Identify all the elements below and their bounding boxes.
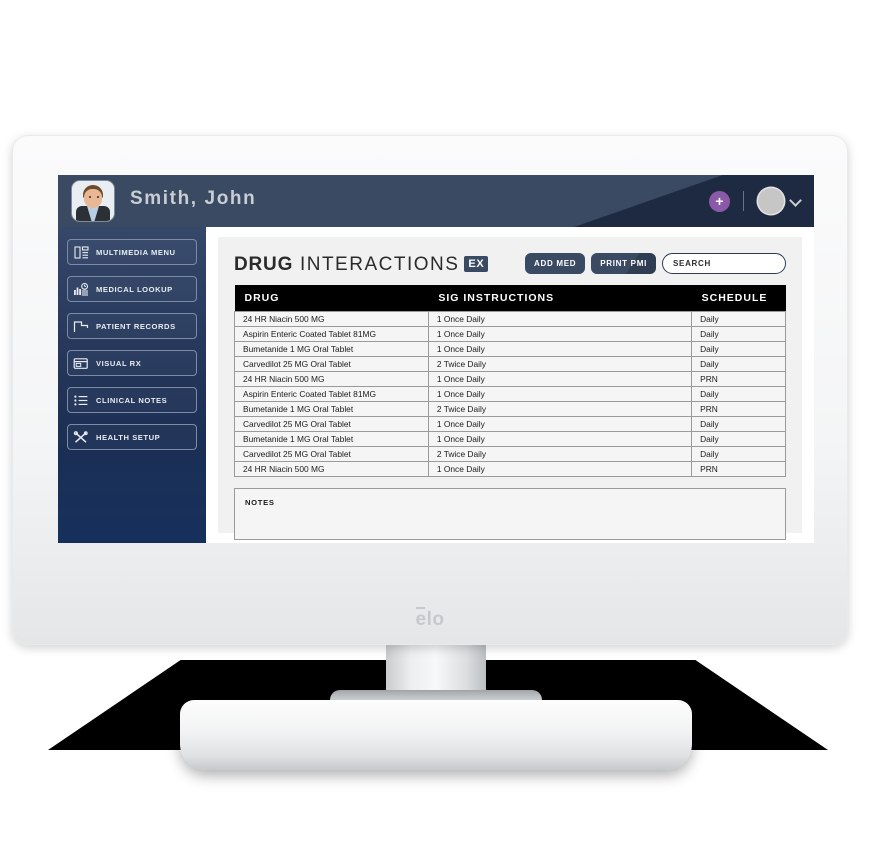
flag-folder-icon — [68, 313, 94, 339]
table-body: 24 HR Niacin 500 MG 1 Once Daily Daily Aspi… — [234, 310, 786, 477]
table-row[interactable]: Carvedilot 25 MG Oral Tablet 2 Twice Dail… — [234, 445, 786, 462]
sidebar-item-label: VISUAL RX — [96, 358, 142, 368]
cell-sig-instructions: 1 Once Daily — [427, 340, 693, 357]
page-title-bold: DRUG — [234, 254, 294, 275]
monitor-scene: Smith, John + MULTIMEDIA MENU MEDICAL LO… — [0, 0, 872, 847]
cell-sig-instructions: 1 Once Daily — [427, 385, 693, 402]
cell-sig-instructions: 2 Twice Daily — [427, 355, 693, 372]
column-header-schedule[interactable]: SCHEDULE — [691, 285, 786, 311]
sidebar-nav: MULTIMEDIA MENU MEDICAL LOOKUP PATIENT R… — [58, 227, 206, 543]
list-icon — [68, 387, 94, 413]
cell-sig-instructions: 2 Twice Daily — [427, 400, 693, 417]
table-row[interactable]: Bumetanide 1 MG Oral Tablet 1 Once Daily D… — [234, 430, 786, 447]
sidebar-item-label: CLINICAL NOTES — [96, 395, 168, 405]
cell-schedule: PRN — [691, 400, 786, 417]
table-row[interactable]: Bumetanide 1 MG Oral Tablet 2 Twice Daily… — [234, 400, 786, 417]
cell-schedule: PRN — [691, 460, 786, 477]
table-row[interactable]: 24 HR Niacin 500 MG 1 Once Daily PRN — [234, 370, 786, 387]
column-header-drug[interactable]: DRUG — [234, 285, 429, 311]
cell-drug: 24 HR Niacin 500 MG — [234, 370, 429, 387]
add-button[interactable]: + — [709, 191, 730, 212]
bar-chart-clock-icon — [68, 276, 94, 302]
app-header-bar: Smith, John + — [58, 175, 814, 227]
cell-schedule: Daily — [691, 445, 786, 462]
multimedia-layout-icon — [68, 239, 94, 265]
cell-schedule: Daily — [691, 340, 786, 357]
monitor-bezel: Smith, John + MULTIMEDIA MENU MEDICAL LO… — [12, 135, 848, 645]
medication-table: DRUG SIG INSTRUCTIONS SCHEDULE 24 HR Nia… — [234, 285, 786, 477]
table-row[interactable]: 24 HR Niacin 500 MG 1 Once Daily Daily — [234, 310, 786, 327]
cell-sig-instructions: 1 Once Daily — [427, 415, 693, 432]
cell-drug: Carvedilot 25 MG Oral Tablet — [234, 415, 429, 432]
title-row: DRUG INTERACTIONS EX ADD MED PRINT PMI — [234, 251, 786, 285]
action-buttons: ADD MED PRINT PMI — [525, 253, 786, 274]
sidebar-item-medical-lookup[interactable]: MEDICAL LOOKUP — [67, 276, 197, 302]
sidebar-item-multimedia-menu[interactable]: MULTIMEDIA MENU — [67, 239, 197, 265]
add-med-button[interactable]: ADD MED — [525, 253, 586, 274]
cell-drug: 24 HR Niacin 500 MG — [234, 460, 429, 477]
table-row[interactable]: 24 HR Niacin 500 MG 1 Once Daily PRN — [234, 460, 786, 477]
cell-sig-instructions: 1 Once Daily — [427, 460, 693, 477]
table-row[interactable]: Carvedilot 25 MG Oral Tablet 2 Twice Dail… — [234, 355, 786, 372]
notes-panel[interactable]: NOTES — [234, 487, 786, 540]
cell-schedule: Daily — [691, 355, 786, 372]
cell-drug: Aspirin Enteric Coated Tablet 81MG — [234, 325, 429, 342]
cell-schedule: Daily — [691, 415, 786, 432]
content-panel: DRUG INTERACTIONS EX ADD MED PRINT PMI S… — [218, 237, 802, 540]
cell-schedule: Daily — [691, 325, 786, 342]
cell-sig-instructions: 1 Once Daily — [427, 325, 693, 342]
cell-sig-instructions: 1 Once Daily — [427, 370, 693, 387]
sidebar-item-patient-records[interactable]: PATIENT RECORDS — [67, 313, 197, 339]
table-row[interactable]: Aspirin Enteric Coated Tablet 81MG 1 Once… — [234, 325, 786, 342]
sidebar-item-clinical-notes[interactable]: CLINICAL NOTES — [67, 387, 197, 413]
cell-drug: Bumetanide 1 MG Oral Tablet — [234, 430, 429, 447]
table-row[interactable]: Aspirin Enteric Coated Tablet 81MG 1 Once… — [234, 385, 786, 402]
sidebar-item-visual-rx[interactable]: VISUAL RX — [67, 350, 197, 376]
cell-drug: Bumetanide 1 MG Oral Tablet — [234, 340, 429, 357]
sidebar-item-label: MEDICAL LOOKUP — [96, 284, 173, 294]
cell-drug: Carvedilot 25 MG Oral Tablet — [234, 445, 429, 462]
main-content: DRUG INTERACTIONS EX ADD MED PRINT PMI S… — [206, 227, 814, 543]
cell-sig-instructions: 2 Twice Daily — [427, 445, 693, 462]
cell-drug: Carvedilot 25 MG Oral Tablet — [234, 355, 429, 372]
column-header-sig-instructions[interactable]: SIG INSTRUCTIONS — [428, 285, 692, 311]
cell-schedule: Daily — [691, 385, 786, 402]
monitor-stand-base — [180, 700, 692, 770]
table-row[interactable]: Bumetanide 1 MG Oral Tablet 1 Once Daily D… — [234, 340, 786, 357]
patient-name: Smith, John — [130, 188, 257, 209]
brand-logo: elo — [415, 607, 445, 630]
cell-schedule: Daily — [691, 310, 786, 327]
search-input[interactable] — [662, 253, 786, 274]
table-row[interactable]: Carvedilot 25 MG Oral Tablet 1 Once Daily… — [234, 415, 786, 432]
print-pmi-button[interactable]: PRINT PMI — [591, 253, 656, 274]
sidebar-item-label: HEALTH SETUP — [96, 432, 161, 442]
cell-schedule: Daily — [691, 430, 786, 447]
header-divider — [743, 191, 744, 211]
tools-icon — [68, 424, 94, 450]
page-title-light: INTERACTIONS — [299, 254, 460, 275]
title-badge: EX — [464, 256, 489, 272]
table-header: DRUG SIG INSTRUCTIONS SCHEDULE — [234, 285, 786, 311]
cell-sig-instructions: 1 Once Daily — [427, 430, 693, 447]
screen: Smith, John + MULTIMEDIA MENU MEDICAL LO… — [58, 175, 814, 543]
sidebar-item-health-setup[interactable]: HEALTH SETUP — [67, 424, 197, 450]
cell-drug: 24 HR Niacin 500 MG — [234, 310, 429, 327]
window-icon — [68, 350, 94, 376]
notes-label: NOTES — [245, 497, 275, 507]
cell-drug: Bumetanide 1 MG Oral Tablet — [234, 400, 429, 417]
page-title: DRUG INTERACTIONS EX — [234, 254, 489, 276]
patient-photo[interactable] — [72, 181, 114, 221]
sidebar-item-label: PATIENT RECORDS — [96, 321, 176, 331]
cell-sig-instructions: 1 Once Daily — [427, 310, 693, 327]
cell-drug: Aspirin Enteric Coated Tablet 81MG — [234, 385, 429, 402]
sidebar-item-label: MULTIMEDIA MENU — [96, 247, 176, 257]
cell-schedule: PRN — [691, 370, 786, 387]
user-avatar[interactable] — [758, 188, 784, 214]
